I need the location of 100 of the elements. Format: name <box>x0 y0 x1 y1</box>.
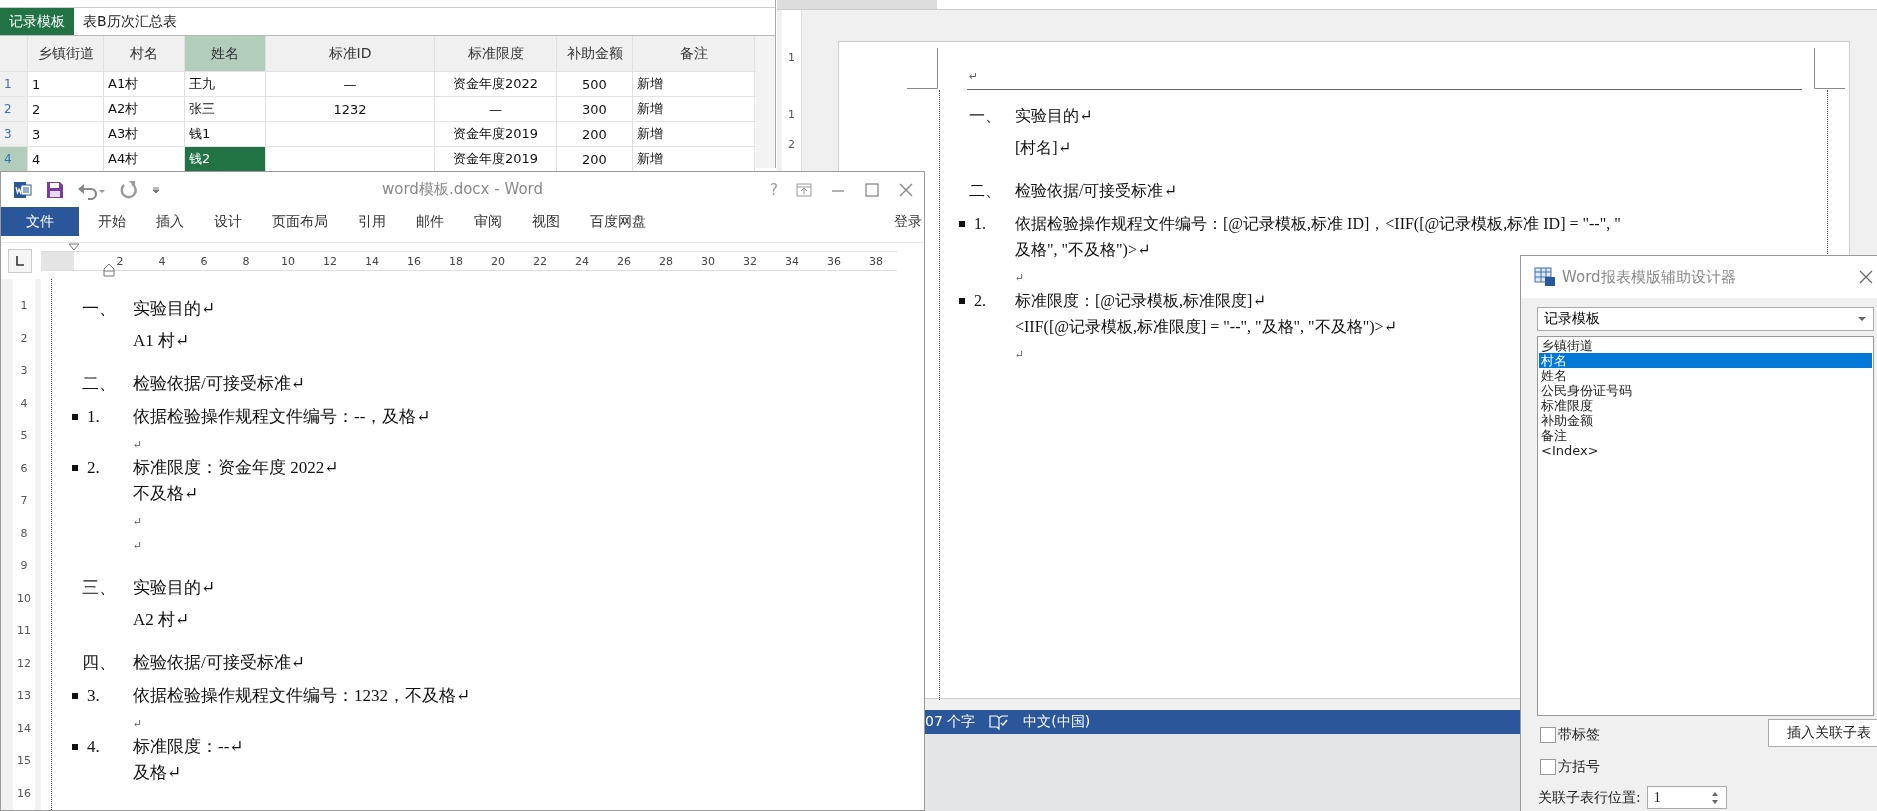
file-menu-button[interactable]: 文件 <box>1 207 79 236</box>
table-app-icon <box>1534 267 1556 287</box>
redo-icon[interactable] <box>119 179 139 200</box>
column-header[interactable]: 标准限度 <box>435 36 557 71</box>
checkbox[interactable] <box>1540 759 1556 775</box>
ruler-number: 13 <box>17 688 31 704</box>
ruler-number: 5 <box>20 428 28 444</box>
row-number[interactable]: 3 <box>0 122 28 146</box>
row-position-field[interactable]: 1 <box>1646 786 1727 809</box>
ruler-number: 14 <box>17 720 31 737</box>
ruler-number: 10 <box>280 254 296 268</box>
book-check-icon[interactable] <box>989 714 1010 730</box>
paragraph-mark: ↵ <box>1015 347 1025 362</box>
table-cell: 3 <box>28 122 104 146</box>
row-number[interactable]: 2 <box>0 97 28 121</box>
paragraph-text: 不及格↵ <box>133 483 199 505</box>
sign-in-link[interactable]: 登录 <box>892 212 924 231</box>
paragraph-mark: ↵ <box>133 716 143 731</box>
ribbon-tab[interactable]: 插入 <box>141 207 199 236</box>
ruler-number: 8 <box>241 254 251 268</box>
ruler-number: 24 <box>574 254 590 268</box>
ruler-number: 6 <box>199 254 209 268</box>
heading-text: 检验依据/可接受标准↵ <box>133 652 305 674</box>
bullet-icon <box>959 298 965 304</box>
field-list-item[interactable]: 村名 <box>1539 353 1872 368</box>
crop-mark <box>907 48 938 89</box>
ruler-number: 34 <box>784 254 800 268</box>
ribbon-tab[interactable]: 引用 <box>343 207 401 236</box>
table-cell: 钱2 <box>185 147 266 171</box>
ruler-number: 1 <box>788 107 795 123</box>
ruler-number: 30 <box>700 254 716 268</box>
table-cell: — <box>266 72 435 96</box>
ribbon-tab[interactable]: 设计 <box>199 207 257 236</box>
table-cell: 张三 <box>185 97 266 121</box>
ruler-number: 3 <box>20 363 28 379</box>
save-icon[interactable] <box>45 179 65 200</box>
field-list-item[interactable]: 标准限度 <box>1539 398 1872 413</box>
column-header[interactable]: 备注 <box>633 36 755 71</box>
field-list-item[interactable]: 姓名 <box>1539 368 1872 383</box>
paragraph-text: 标准限度：资金年度 2022↵ <box>133 457 339 479</box>
column-header[interactable]: 标准ID <box>266 36 435 71</box>
table-cell: 新增 <box>633 97 755 121</box>
field-list-item[interactable]: 公民身份证号码 <box>1539 383 1872 398</box>
table-dropdown[interactable]: 记录模板 <box>1537 307 1874 331</box>
checkbox[interactable] <box>1540 727 1556 743</box>
ruler-number: 22 <box>532 254 548 268</box>
ruler-number: 36 <box>826 254 842 268</box>
ruler-number: 2 <box>115 254 125 268</box>
sheet-tab[interactable]: 记录模板 <box>0 8 74 35</box>
paragraph-text: 标准限度：--↵ <box>133 736 244 758</box>
checkbox-label[interactable]: 带标签 <box>1558 726 1600 744</box>
bullet-icon <box>72 693 78 699</box>
field-list-item[interactable]: 乡镇街道 <box>1539 338 1872 353</box>
customize-caret-icon[interactable] <box>151 184 161 195</box>
ribbon-tab[interactable]: 开始 <box>83 207 141 236</box>
caret-icon[interactable] <box>1857 316 1867 322</box>
list-number: 2. <box>87 457 100 479</box>
language-label[interactable]: 中文(中国) <box>1023 713 1091 731</box>
field-list-item[interactable]: <Index> <box>1539 443 1872 458</box>
close-icon[interactable] <box>1859 270 1873 284</box>
crop-mark <box>1814 48 1845 89</box>
paragraph-text: 标准限度：[@记录模板,标准限度]↵ <box>1015 291 1266 312</box>
ribbon-display-icon[interactable] <box>796 182 812 197</box>
ribbon-tab[interactable]: 审阅 <box>459 207 517 236</box>
bullet-icon <box>72 414 78 420</box>
ruler-number: 1 <box>20 298 28 314</box>
ribbon-tab[interactable]: 邮件 <box>401 207 459 236</box>
row-number[interactable]: 1 <box>0 72 28 96</box>
field-list-item[interactable]: 补助金额 <box>1539 413 1872 428</box>
hanging-indent-icon[interactable] <box>103 263 115 277</box>
ribbon-tab[interactable]: 视图 <box>517 207 575 236</box>
list-number: 2. <box>974 291 986 311</box>
table-cell: 资金年度2019 <box>435 122 557 146</box>
paragraph-text: [村名]↵ <box>1015 138 1072 158</box>
field-list-item[interactable]: 备注 <box>1539 428 1872 443</box>
table-cell: 1232 <box>266 97 435 121</box>
paragraph-text: <IIF([@记录模板,标准限度] = "--", "及格", "不及格")>↵ <box>1015 317 1397 338</box>
insert-button[interactable]: 插入关联子表 <box>1768 719 1877 747</box>
paragraph-text: A1 村↵ <box>133 330 190 352</box>
ruler-number: 4 <box>20 395 28 412</box>
ribbon-tab[interactable]: 页面布局 <box>257 207 343 236</box>
column-header[interactable]: 乡镇街道 <box>28 36 104 71</box>
column-header[interactable]: 姓名 <box>185 36 266 71</box>
paragraph-mark: ↵ <box>133 538 143 553</box>
close-icon[interactable] <box>898 182 914 197</box>
table-cell: A3村 <box>104 122 185 146</box>
ribbon-tab[interactable]: 百度网盘 <box>575 207 661 236</box>
column-header[interactable]: 补助金额 <box>557 36 633 71</box>
table-cell: 500 <box>557 72 633 96</box>
tab-selector-icon[interactable] <box>8 249 32 273</box>
ruler-number: 7 <box>20 493 28 509</box>
word-app-icon[interactable] <box>13 179 33 200</box>
checkbox-label[interactable]: 方括号 <box>1558 758 1600 776</box>
heading-text: 检验依据/可接受标准↵ <box>1015 181 1177 201</box>
table-cell: 新增 <box>633 122 755 146</box>
paragraph-text: 及格↵ <box>133 762 182 784</box>
ruler-number: 32 <box>742 254 758 268</box>
word-count[interactable]: 07 个字 <box>925 713 976 731</box>
ruler-number: 15 <box>17 753 31 769</box>
heading-text: 实验目的↵ <box>133 298 216 320</box>
